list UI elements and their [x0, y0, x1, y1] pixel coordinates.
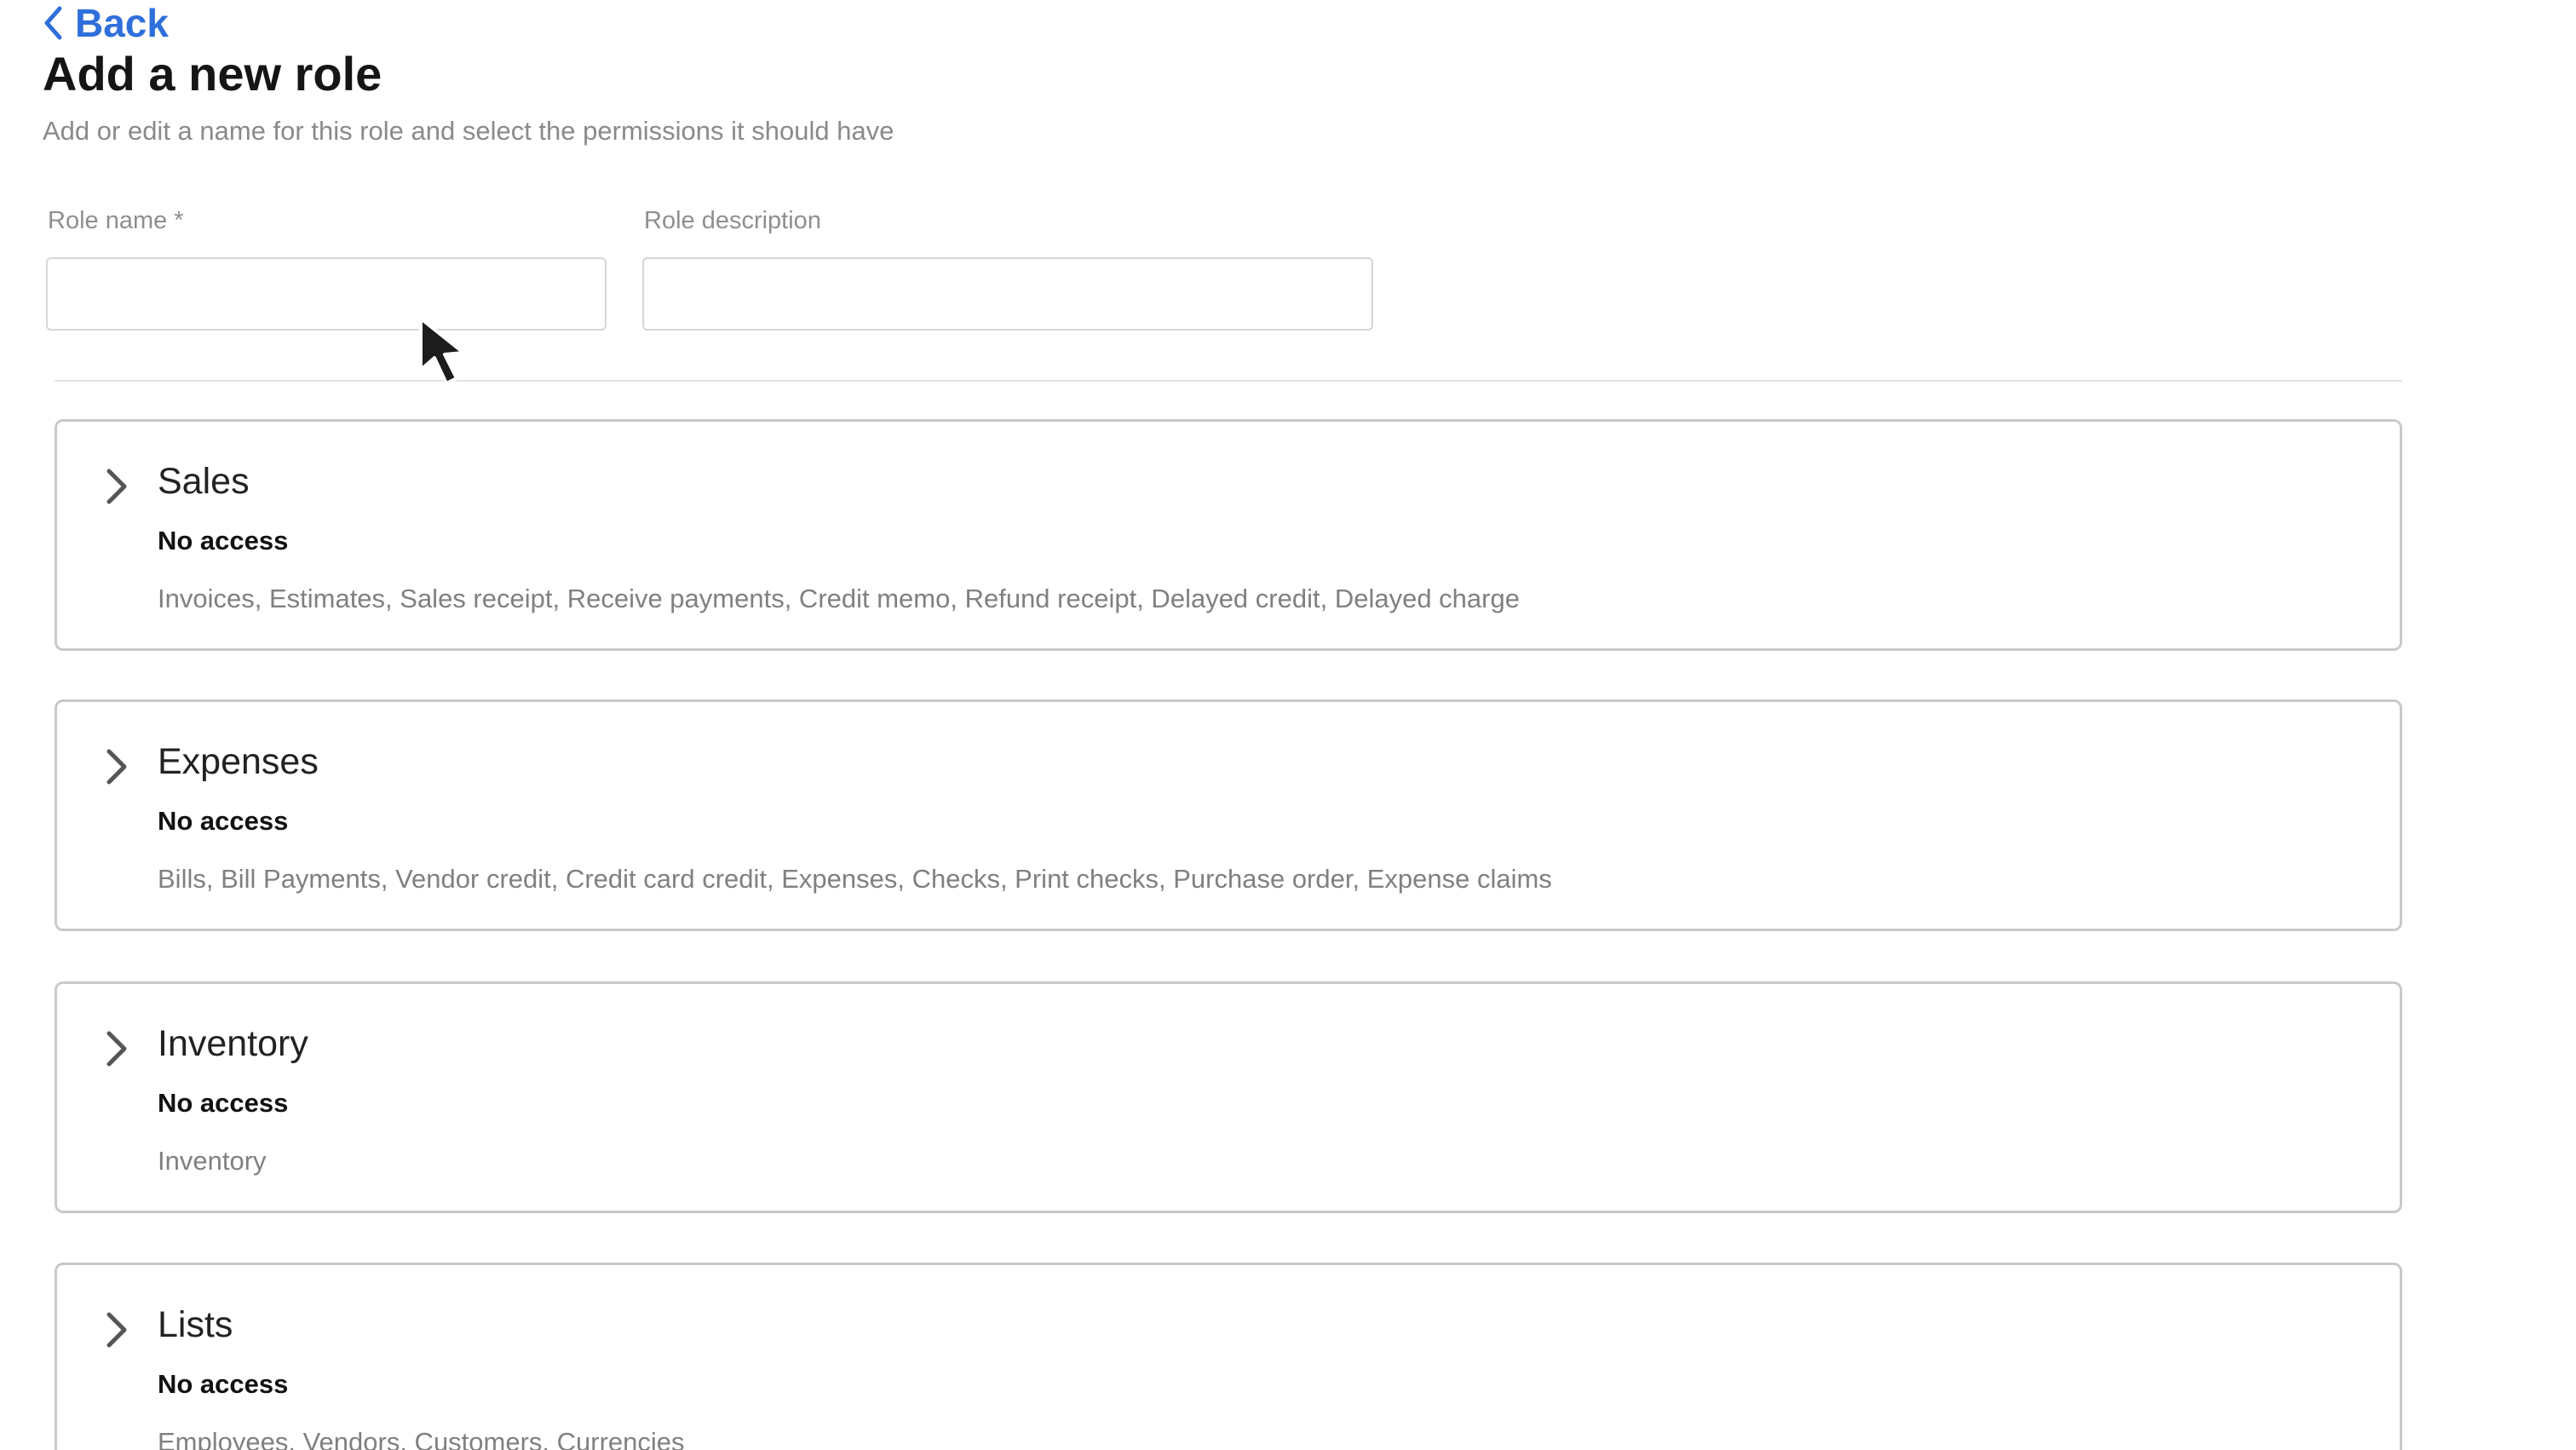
permission-section-lists[interactable]: Lists No access Employees, Vendors, Cust…: [55, 1263, 2402, 1450]
permission-section-inventory[interactable]: Inventory No access Inventory: [55, 981, 2402, 1213]
section-access-level: No access: [158, 1088, 289, 1118]
chevron-left-icon: [44, 6, 62, 40]
page-subtitle: Add or edit a name for this role and sel…: [43, 116, 894, 146]
section-access-level: No access: [158, 526, 289, 555]
role-description-input[interactable]: [642, 257, 1373, 331]
section-items: Bills, Bill Payments, Vendor credit, Cre…: [158, 864, 1552, 894]
chevron-right-icon[interactable]: [101, 745, 132, 789]
chevron-right-icon[interactable]: [101, 464, 132, 509]
section-divider: [55, 380, 2402, 382]
role-name-input[interactable]: [46, 257, 607, 331]
page-title: Add a new role: [43, 47, 382, 101]
section-access-level: No access: [158, 1369, 289, 1399]
chevron-right-icon[interactable]: [101, 1308, 132, 1352]
back-link[interactable]: Back: [43, 0, 169, 46]
add-role-page: Back Add a new role Add or edit a name f…: [0, 0, 2576, 1450]
section-items: Employees, Vendors, Customers, Currencie…: [158, 1427, 685, 1450]
back-label: Back: [75, 1, 169, 45]
section-access-level: No access: [158, 806, 289, 836]
section-title: Lists: [158, 1304, 233, 1345]
mouse-pointer-icon: [419, 317, 465, 385]
section-title: Expenses: [158, 741, 319, 782]
section-title: Inventory: [158, 1023, 308, 1064]
permission-section-sales[interactable]: Sales No access Invoices, Estimates, Sal…: [55, 419, 2402, 651]
permission-section-expenses[interactable]: Expenses No access Bills, Bill Payments,…: [55, 699, 2402, 931]
chevron-right-icon[interactable]: [101, 1027, 132, 1071]
role-name-label: Role name *: [48, 207, 184, 234]
section-items: Inventory: [158, 1146, 267, 1176]
role-description-label: Role description: [644, 207, 821, 234]
section-items: Invoices, Estimates, Sales receipt, Rece…: [158, 584, 1520, 613]
section-title: Sales: [158, 461, 250, 502]
